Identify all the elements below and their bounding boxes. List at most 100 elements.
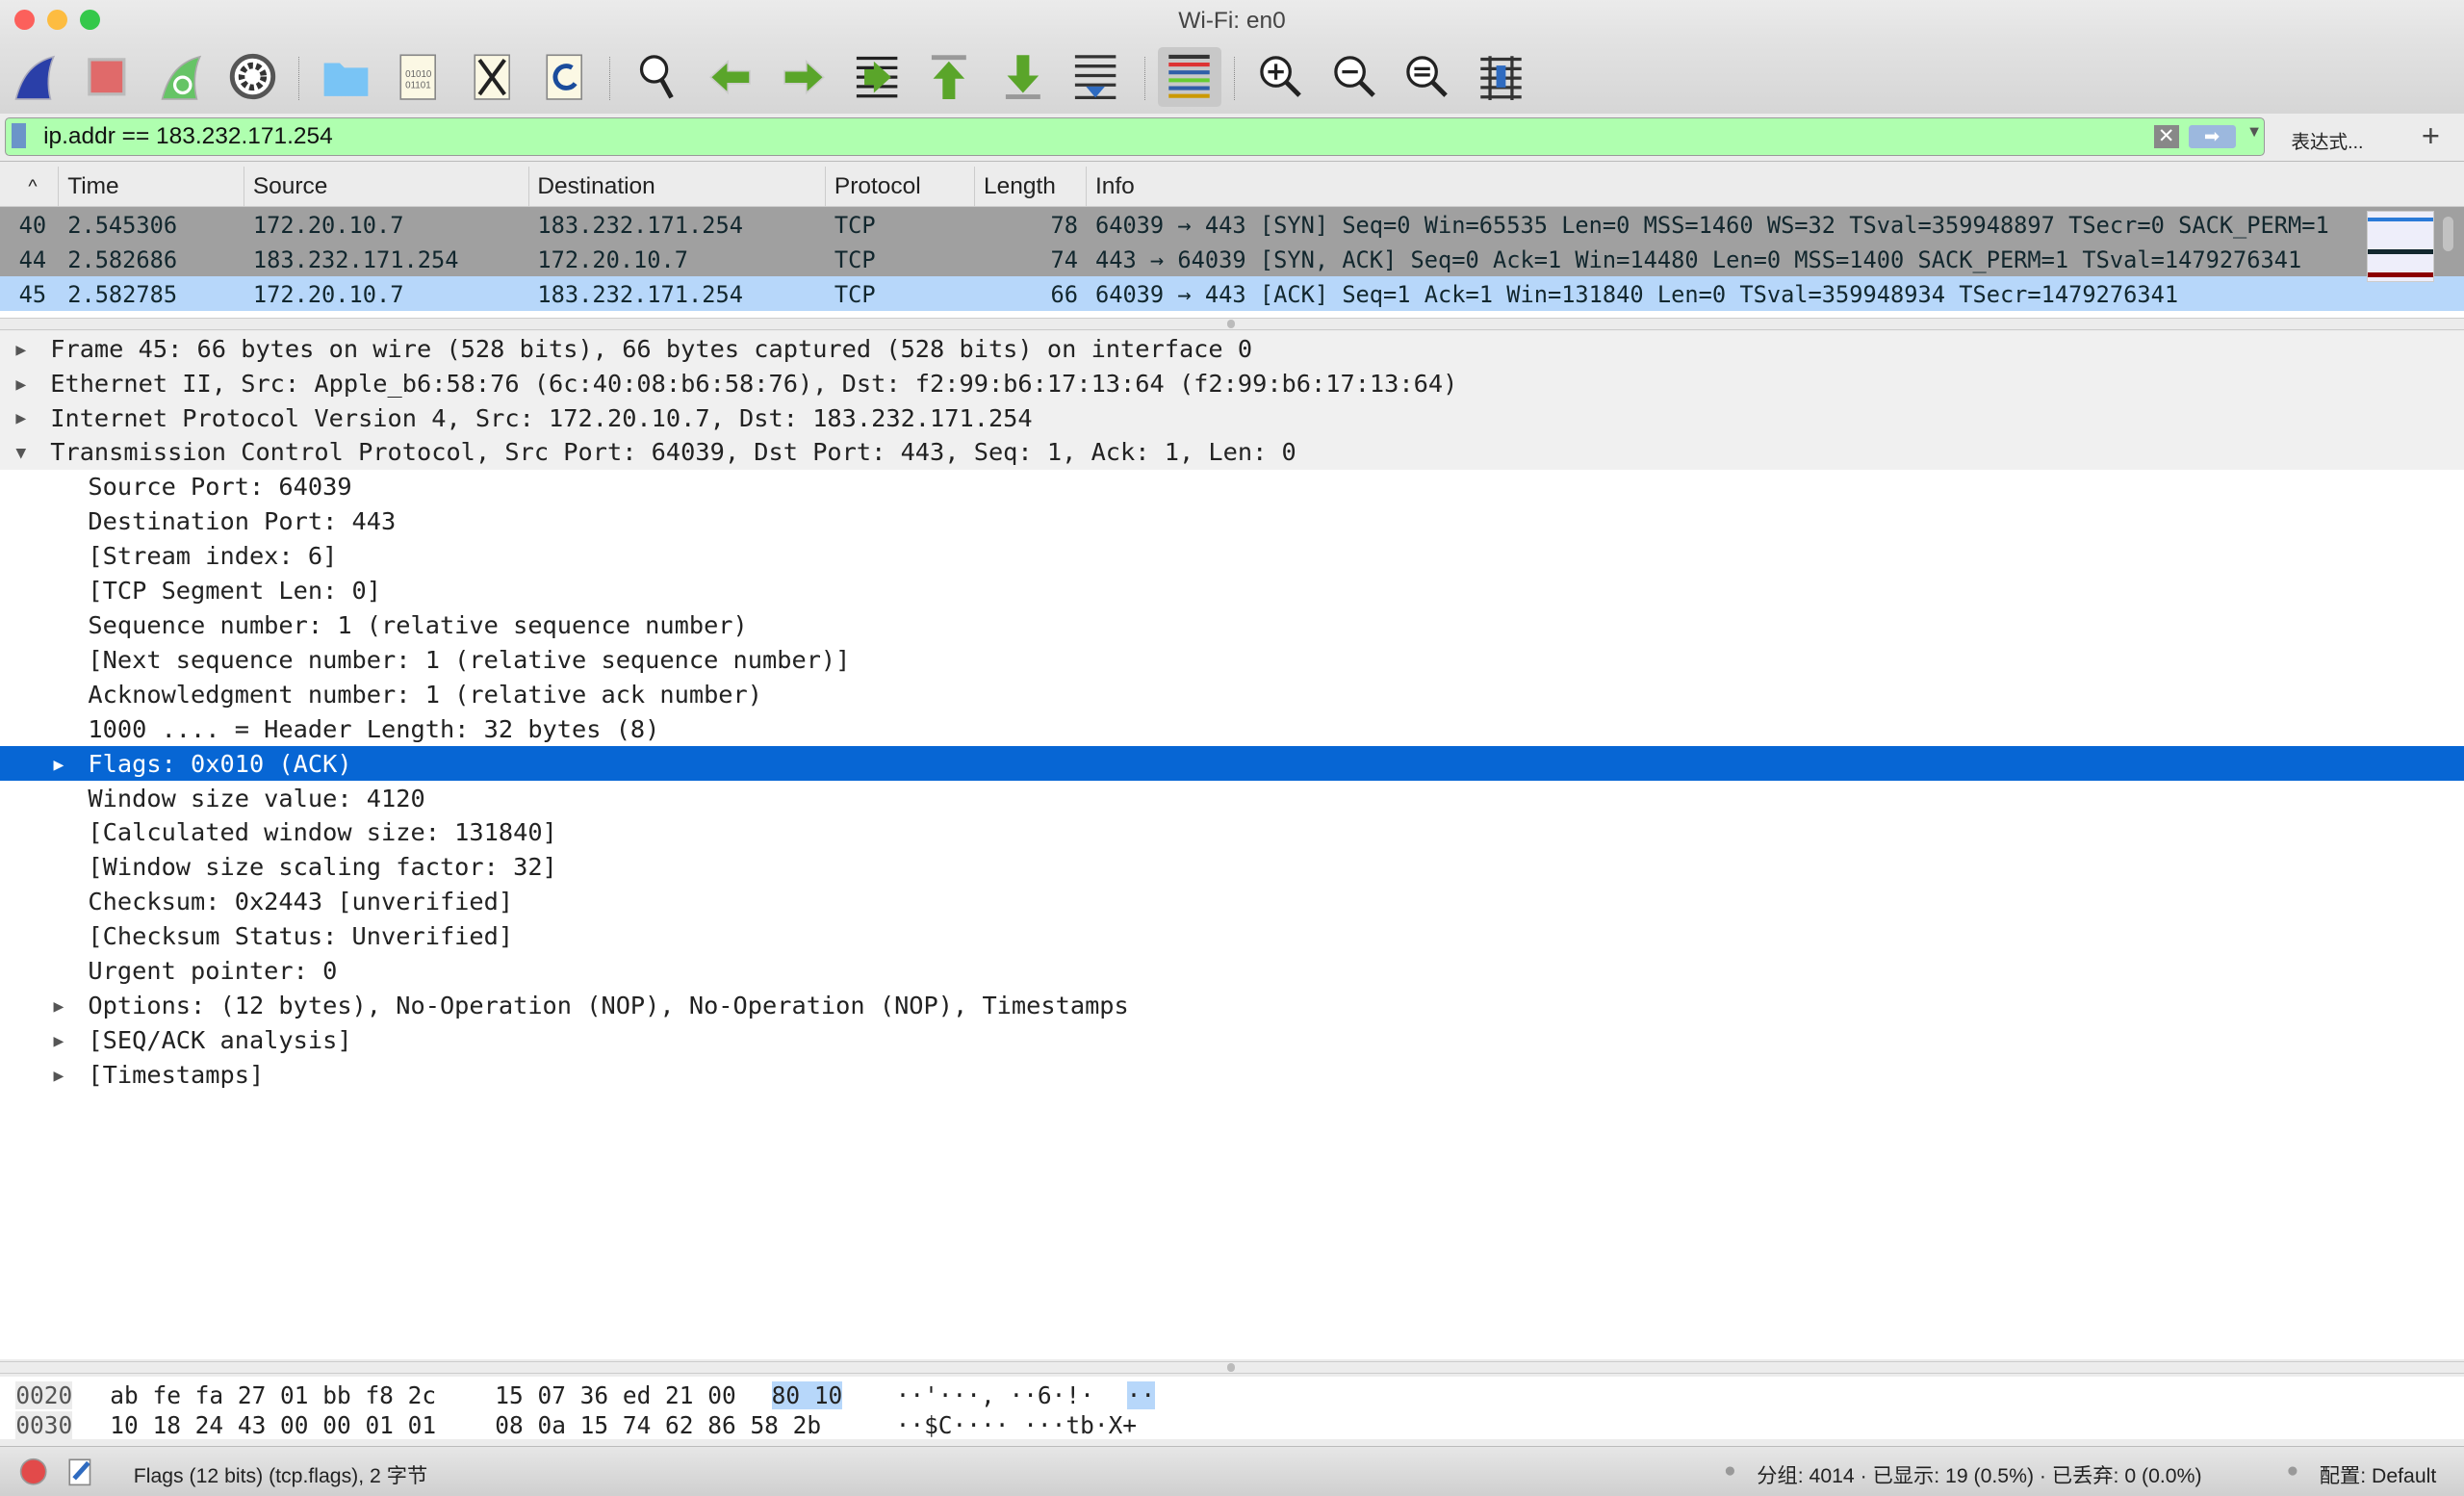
auto-scroll-icon [1074,55,1116,99]
expression-button[interactable]: 表达式... [2291,126,2363,154]
pane-splitter[interactable] [0,1360,2464,1375]
column-header-time[interactable]: Time [67,173,118,200]
column-header-protocol[interactable]: Protocol [834,173,921,200]
detail-tree-item[interactable]: ▶ Ethernet II, Src: Apple_b6:58:76 (6c:40… [0,366,2464,401]
detail-tree-item[interactable]: Checksum: 0x2443 [unverified] [0,885,2464,919]
ascii-bytes[interactable]: ··$C···· ···tb·X+ [896,1411,1137,1439]
detail-tree-item[interactable]: ▶ Internet Protocol Version 4, Src: 172.2… [0,400,2464,436]
chevron-down-icon[interactable]: ▼ [2246,123,2262,142]
go-forward-button[interactable] [777,50,831,104]
add-filter-button[interactable]: + [2422,117,2440,154]
detail-tree-item[interactable]: [TCP Segment Len: 0] [0,574,2464,608]
first-packet-button[interactable] [922,50,976,104]
detail-tree-item[interactable]: 1000 .... = Header Length: 32 bytes (8) [0,711,2464,746]
start-capture-button[interactable] [8,50,62,104]
hex-bytes[interactable]: 10 18 24 43 00 00 01 01 [110,1411,436,1439]
file-binary-icon: 0101001101 [399,54,437,100]
expert-info-indicator-icon[interactable] [19,1457,47,1486]
packet-row[interactable]: 44 2.582686 183.232.171.254 172.20.10.7 TCP 7… [0,241,2464,276]
detail-tree-item[interactable]: [Next sequence number: 1 (relative seque… [0,643,2464,678]
packet-info: 443 → 64039 [SYN, ACK] Seq=0 Ack=1 Win=1… [1094,245,2302,273]
detail-tree-item[interactable]: Source Port: 64039 [0,470,2464,504]
display-filter-input[interactable]: ip.addr == 183.232.171.254 ✕ ➡ ▼ [4,117,2265,156]
pane-splitter[interactable] [0,317,2464,331]
go-to-packet-button[interactable] [850,50,904,104]
detail-text: Destination Port: 443 [88,507,397,536]
detail-text: [Checksum Status: Unverified] [88,922,514,951]
status-profile[interactable]: 配置: Default [2320,1459,2436,1489]
capture-comment-icon[interactable] [66,1457,94,1488]
detail-tree-item[interactable]: Sequence number: 1 (relative sequence nu… [0,608,2464,643]
chevron-right-icon[interactable]: ▶ [54,996,64,1017]
detail-tree-item[interactable]: [Calculated window size: 131840] [0,815,2464,850]
restart-capture-button[interactable] [154,50,208,104]
hex-bytes[interactable]: 15 07 36 ed 21 00 [495,1381,735,1409]
chevron-right-icon[interactable]: ▶ [15,340,26,360]
detail-tree-item[interactable]: [Window size scaling factor: 32] [0,850,2464,885]
hex-bytes[interactable]: ab fe fa 27 01 bb f8 2c [110,1381,436,1409]
magnifier-icon [639,55,674,99]
packet-info: 64039 → 443 [SYN] Seq=0 Win=65535 Len=0 … [1094,211,2329,239]
find-packet-button[interactable] [630,50,684,104]
chevron-right-icon[interactable]: ▶ [15,374,26,395]
packet-time: 2.545306 [67,211,178,239]
auto-scroll-button[interactable] [1068,50,1122,104]
hex-bytes[interactable]: 08 0a 15 74 62 86 58 2b [495,1411,821,1439]
chevron-right-icon[interactable]: ▶ [54,1031,64,1051]
go-back-button[interactable] [704,50,757,104]
detail-tree-item[interactable]: [Checksum Status: Unverified] [0,919,2464,954]
chevron-right-icon[interactable]: ▶ [54,1066,64,1086]
packet-minimap[interactable] [2366,210,2435,282]
reload-file-button[interactable] [537,50,591,104]
stop-capture-button[interactable] [80,50,134,104]
packet-row[interactable]: 45 2.582785 172.20.10.7 183.232.171.254 TCP 6… [0,275,2464,311]
zoom-out-button[interactable] [1328,50,1382,104]
detail-tree-item[interactable]: ▶ Frame 45: 66 bytes on wire (528 bits), … [0,331,2464,367]
hex-bytes-highlighted[interactable]: 80 10 [771,1381,843,1410]
detail-text: [Window size scaling factor: 32] [88,853,557,882]
colorize-button[interactable] [1158,46,1221,107]
detail-tree-item[interactable]: Acknowledgment number: 1 (relative ack n… [0,678,2464,712]
normal-size-button[interactable] [1400,50,1454,104]
detail-tree-item[interactable]: ▶ [Timestamps] [0,1058,2464,1093]
column-header-source[interactable]: Source [253,173,328,200]
zoom-in-button[interactable] [1254,50,1308,104]
sort-indicator[interactable]: ^ [28,176,37,198]
detail-tree-item[interactable]: ▶ Options: (12 bytes), No-Operation (NOP)… [0,989,2464,1023]
last-packet-button[interactable] [996,50,1050,104]
column-header-info[interactable]: Info [1095,173,1135,200]
detail-tree-item[interactable]: ▼ Transmission Control Protocol, Src Port… [0,435,2464,471]
open-file-button[interactable] [319,50,372,104]
display-filter-value[interactable]: ip.addr == 183.232.171.254 [43,123,333,150]
chevron-down-icon[interactable]: ▼ [15,443,26,463]
detail-tree-item[interactable]: ▶ Flags: 0x010 (ACK) [0,746,2464,782]
ascii-bytes[interactable]: ··'···, ··6·!· [896,1381,1094,1409]
packet-source: 172.20.10.7 [252,211,404,239]
ascii-bytes-highlighted[interactable]: ·· [1126,1381,1156,1410]
zoom-in-icon [1260,56,1301,98]
packet-list-scrollbar[interactable] [2437,207,2459,317]
detail-text: Options: (12 bytes), No-Operation (NOP),… [88,991,1129,1019]
detail-tree-item[interactable]: Window size value: 4120 [0,781,2464,815]
chevron-right-icon[interactable]: ▶ [54,755,64,775]
packet-details-tree: ▶ Frame 45: 66 bytes on wire (528 bits), … [0,331,2464,1360]
save-file-button[interactable]: 01010 01101 [392,50,446,104]
column-header-length[interactable]: Length [984,173,1056,200]
chevron-right-icon[interactable]: ▶ [15,408,26,428]
resize-columns-button[interactable] [1474,50,1527,104]
detail-tree-item[interactable]: Destination Port: 443 [0,504,2464,539]
close-file-button[interactable] [465,50,519,104]
apply-filter-button[interactable]: ➡ [2188,124,2236,149]
clear-filter-button[interactable]: ✕ [2153,124,2179,149]
detail-text: Urgent pointer: 0 [88,957,338,986]
detail-tree-item[interactable]: Urgent pointer: 0 [0,954,2464,989]
detail-tree-item[interactable]: ▶ [SEQ/ACK analysis] [0,1023,2464,1058]
detail-tree-item[interactable]: [Stream index: 6] [0,539,2464,574]
capture-options-button[interactable] [226,50,280,104]
column-header-destination[interactable]: Destination [537,173,654,200]
bookmark-icon[interactable] [12,123,27,149]
packet-list-header: ^ Time Source Destination Protocol Lengt… [0,167,2464,207]
detail-text: Source Port: 64039 [88,473,352,502]
packet-row[interactable]: 40 2.545306 172.20.10.7 183.232.171.254 TCP 7… [0,206,2464,242]
detail-text: [TCP Segment Len: 0] [88,577,382,606]
